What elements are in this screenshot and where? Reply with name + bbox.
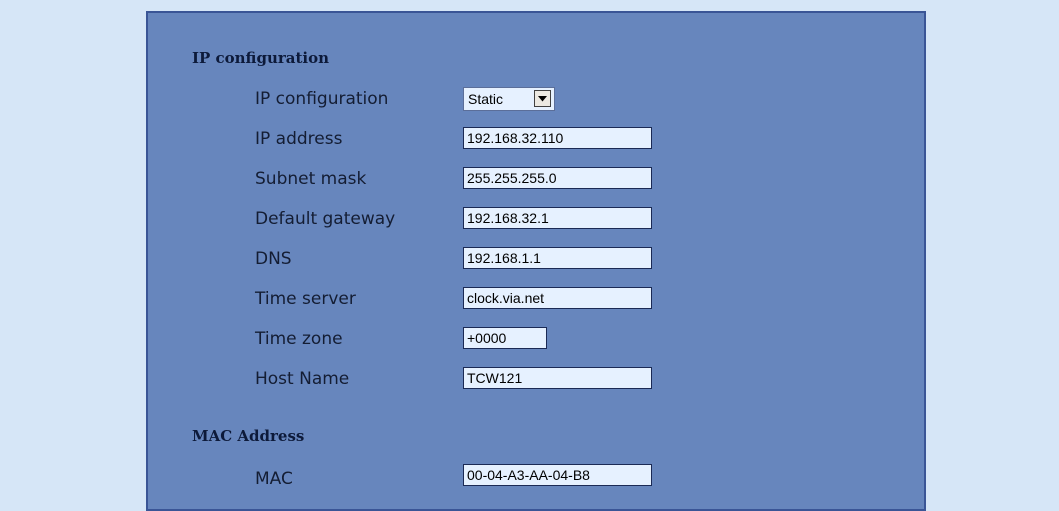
dns-input[interactable] <box>463 247 652 269</box>
host-name-input[interactable] <box>463 367 652 389</box>
host-name-label: Host Name <box>255 369 350 389</box>
mac-label: MAC <box>255 469 293 489</box>
ip-configuration-select-value: Static <box>468 91 504 107</box>
ip-configuration-select[interactable]: Static <box>463 87 555 111</box>
ip-address-label: IP address <box>255 129 343 149</box>
default-gateway-label: Default gateway <box>255 209 396 229</box>
subnet-mask-label: Subnet mask <box>255 169 367 189</box>
ip-configuration-label: IP configuration <box>255 89 389 109</box>
time-zone-label: Time zone <box>255 329 343 349</box>
chevron-down-icon[interactable] <box>534 90 551 107</box>
time-zone-input[interactable] <box>463 327 547 349</box>
subnet-mask-input[interactable] <box>463 167 652 189</box>
dns-label: DNS <box>255 249 292 269</box>
default-gateway-input[interactable] <box>463 207 652 229</box>
time-server-label: Time server <box>255 289 356 309</box>
mac-input[interactable] <box>463 464 652 486</box>
ip-address-input[interactable] <box>463 127 652 149</box>
ip-configuration-heading: IP configuration <box>192 49 330 67</box>
mac-address-heading: MAC Address <box>192 427 305 445</box>
settings-panel: IP configuration IP configuration Static… <box>146 11 926 511</box>
time-server-input[interactable] <box>463 287 652 309</box>
